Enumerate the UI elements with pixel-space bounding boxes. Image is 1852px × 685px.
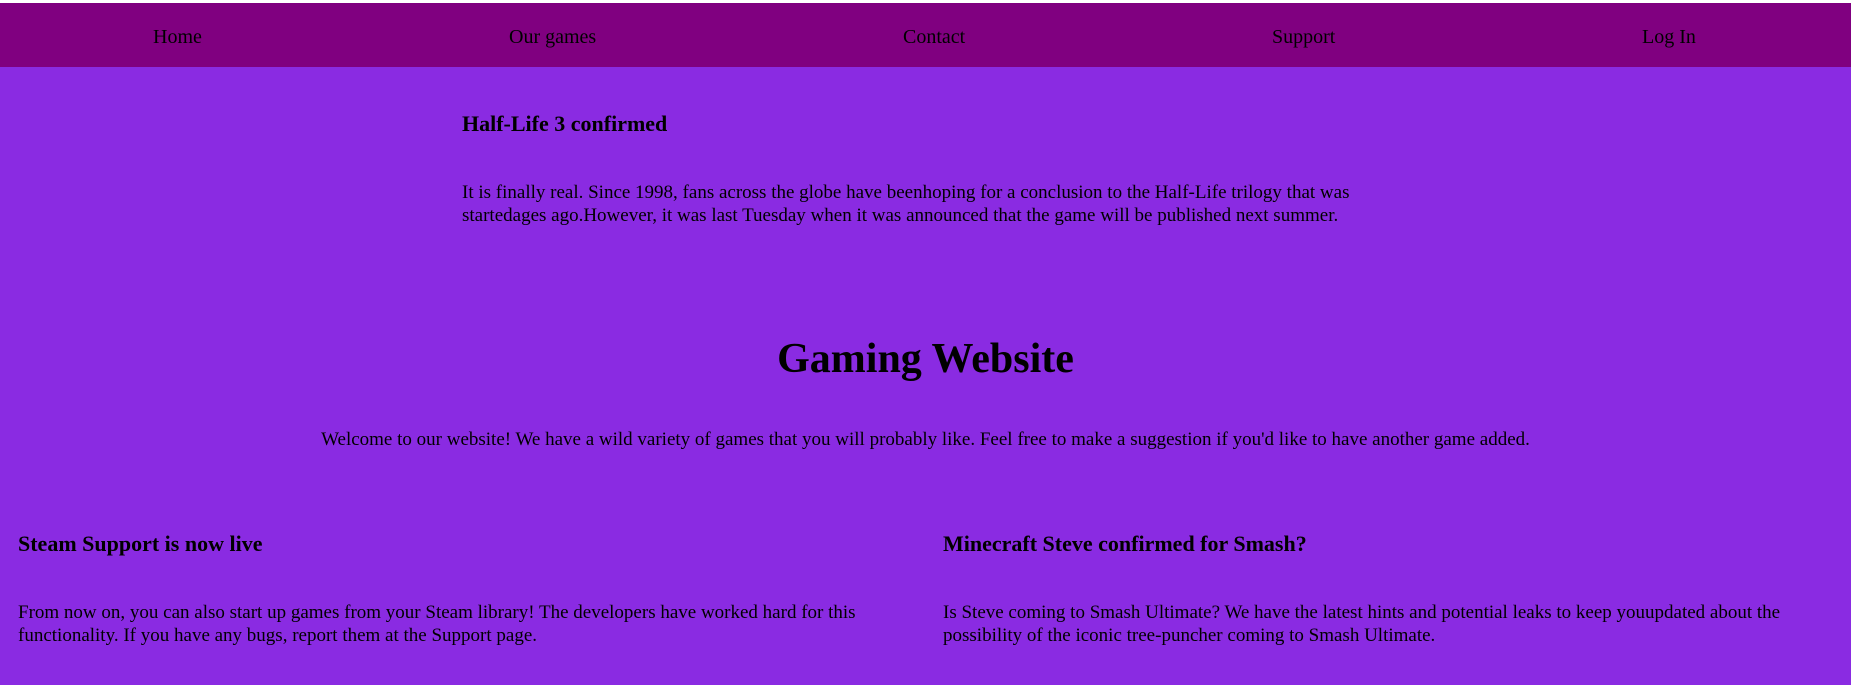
news-body-steam-support: From now on, you can also start up games… <box>18 602 856 646</box>
page-title: Gaming Website <box>777 336 1074 382</box>
top-navbar: Home Our games Contact Support Log In <box>0 3 1851 67</box>
featured-article-title: Half-Life 3 confirmed <box>462 111 668 136</box>
news-title-minecraft-steve: Minecraft Steve confirmed for Smash? <box>943 531 1307 556</box>
page-frame: Home Our games Contact Support Log In Ha… <box>0 3 1851 685</box>
featured-article-body: It is finally real. Since 1998, fans acr… <box>462 182 1350 226</box>
welcome-text: Welcome to our website! We have a wild v… <box>321 429 1530 450</box>
news-body-minecraft-steve: Is Steve coming to Smash Ultimate? We ha… <box>943 602 1781 646</box>
nav-link-support[interactable]: Support <box>1272 25 1335 49</box>
nav-link-contact[interactable]: Contact <box>903 25 965 49</box>
nav-link-our-games[interactable]: Our games <box>509 25 596 49</box>
news-title-steam-support: Steam Support is now live <box>18 531 263 556</box>
nav-link-log-in[interactable]: Log In <box>1642 25 1696 49</box>
nav-link-home[interactable]: Home <box>153 25 202 49</box>
